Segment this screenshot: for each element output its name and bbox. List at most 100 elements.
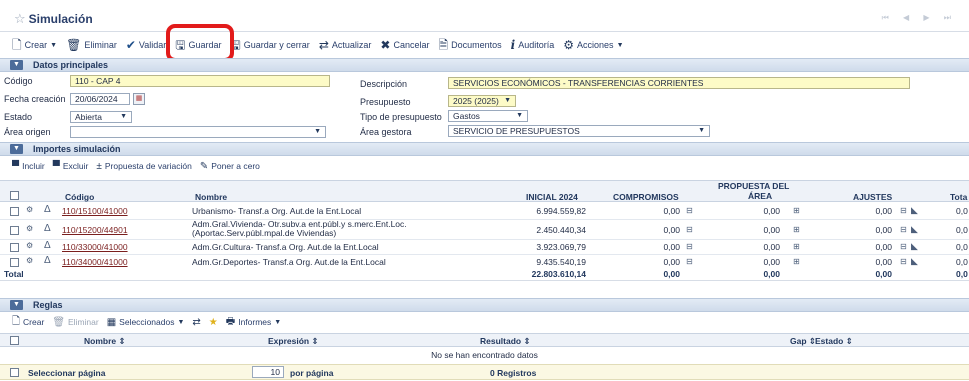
informes-button[interactable]: 🖶 Informes ▼ xyxy=(226,314,281,331)
actualizar-button[interactable]: ⇄ Actualizar xyxy=(319,39,372,51)
delta-icon[interactable]: Δ xyxy=(44,204,51,215)
reglas-crear-button[interactable]: 🗋 Crear xyxy=(12,314,44,331)
new-document-icon: 🗋 xyxy=(12,38,22,52)
detail-icon[interactable]: ⊟ xyxy=(900,242,907,251)
detail-icon[interactable]: ⊟ xyxy=(900,225,907,234)
validar-button[interactable]: ✔ Validar xyxy=(126,39,166,51)
col-resultado[interactable]: Resultado ⇕ xyxy=(480,336,531,347)
detail-icon[interactable]: ⊟ xyxy=(686,206,693,215)
check-icon: ✔ xyxy=(125,38,136,52)
col-compromisos[interactable]: COMPROMISOS xyxy=(613,192,679,202)
incluir-button[interactable]: ▀ Incluir xyxy=(12,161,45,172)
reglas-eliminar-button[interactable]: 🗑 Eliminar xyxy=(52,317,98,328)
cancelar-button[interactable]: ✖ Cancelar xyxy=(380,39,429,51)
detail-icon[interactable]: ⊞ xyxy=(793,206,800,215)
col-propuesta-2[interactable]: ÁREA xyxy=(748,191,772,201)
row-checkbox[interactable] xyxy=(10,207,19,216)
reglas-header[interactable]: ▼ Reglas xyxy=(0,298,969,312)
edit-adjust-icon[interactable]: ◣ xyxy=(911,256,918,267)
poner-cero-button[interactable]: ✎ Poner a cero xyxy=(200,161,260,172)
row-compromisos: 0,00 xyxy=(663,225,680,235)
fecha-field[interactable]: 20/06/2024 xyxy=(70,93,130,105)
row-checkbox[interactable] xyxy=(10,258,19,267)
delta-icon[interactable]: Δ xyxy=(44,223,51,234)
col-reglas-nombre[interactable]: Nombre ⇕ xyxy=(84,336,126,347)
acciones-button[interactable]: ⚙ Acciones ▼ xyxy=(563,39,623,51)
col-nombre[interactable]: Nombre xyxy=(195,192,227,202)
auditoria-button[interactable]: i Auditoría xyxy=(511,39,555,51)
detail-icon[interactable]: ⊞ xyxy=(793,257,800,266)
record-navigation[interactable]: ⏮ ◀ ▶ ⏭ xyxy=(882,13,957,23)
calendar-icon[interactable]: ▦ xyxy=(133,93,145,105)
select-page-checkbox[interactable] xyxy=(10,368,19,377)
detail-icon[interactable]: ⊞ xyxy=(793,225,800,234)
col-gap[interactable]: Gap ⇕ xyxy=(790,336,816,347)
detail-icon[interactable]: ⊟ xyxy=(686,242,693,251)
detail-icon[interactable]: ⊞ xyxy=(793,242,800,251)
delta-icon[interactable]: Δ xyxy=(44,240,51,251)
eraser-icon: ✎ xyxy=(199,160,209,172)
codigo-field[interactable]: 110 - CAP 4 xyxy=(70,75,330,87)
documentos-button[interactable]: 🗎 Documentos xyxy=(438,39,501,51)
row-codigo-link[interactable]: 110/33000/41000 xyxy=(62,243,128,252)
row-total: 0,0 xyxy=(956,225,968,235)
detail-icon[interactable]: ⊟ xyxy=(686,225,693,234)
edit-adjust-icon[interactable]: ◣ xyxy=(911,205,918,216)
col-codigo[interactable]: Código xyxy=(65,192,94,202)
edit-adjust-icon[interactable]: ◣ xyxy=(911,224,918,235)
gear-icon[interactable]: ⚙ xyxy=(26,224,33,233)
col-ajustes[interactable]: AJUSTES xyxy=(853,192,892,202)
propuesta-variacion-button[interactable]: ± Propuesta de variación xyxy=(96,161,191,172)
printer-icon: 🖶 xyxy=(225,315,236,327)
area-gestora-select[interactable]: SERVICIO DE PRESUPUESTOS ▼ xyxy=(448,125,710,137)
descripcion-field[interactable]: SERVICIOS ECONÓMICOS - TRANSFERENCIAS CO… xyxy=(448,77,910,89)
reglas-select-all-checkbox[interactable] xyxy=(10,336,19,345)
main-toolbar: 🗋 Crear ▼ 🗑 Eliminar ✔ Validar 🖫 Guardar 🖫 Gua… xyxy=(0,34,969,56)
per-page-input[interactable]: 10 xyxy=(252,366,284,378)
gear-icon[interactable]: ⚙ xyxy=(26,205,33,214)
edit-adjust-icon[interactable]: ◣ xyxy=(911,241,918,252)
col-total[interactable]: Tota xyxy=(950,192,967,202)
delta-icon[interactable]: Δ xyxy=(44,255,51,266)
seleccionados-button[interactable]: ▦ Seleccionados ▼ xyxy=(107,317,185,328)
row-checkbox[interactable] xyxy=(10,243,19,252)
detail-icon[interactable]: ⊟ xyxy=(686,257,693,266)
reglas-refresh-button[interactable]: ⇄ xyxy=(192,317,200,328)
favorite-star-icon[interactable]: ☆ xyxy=(14,11,26,27)
col-expresion[interactable]: Expresión ⇕ xyxy=(268,336,319,347)
detail-icon[interactable]: ⊟ xyxy=(900,206,907,215)
crear-button[interactable]: 🗋 Crear ▼ xyxy=(12,39,57,51)
area-origen-label: Área origen xyxy=(4,127,51,137)
row-codigo-link[interactable]: 110/15200/44901 xyxy=(62,226,128,235)
estado-select[interactable]: Abierta ▼ xyxy=(70,111,132,123)
title-divider xyxy=(0,31,969,32)
guardar-button[interactable]: 🖫 Guardar xyxy=(175,39,221,51)
col-inicial[interactable]: INICIAL 2024 xyxy=(526,192,578,202)
collapse-toggle-icon[interactable]: ▼ xyxy=(10,144,23,154)
tipo-presupuesto-select[interactable]: Gastos ▼ xyxy=(448,110,528,122)
detail-icon[interactable]: ⊟ xyxy=(900,257,907,266)
reglas-favorite-button[interactable]: ★ xyxy=(209,317,218,328)
presupuesto-select[interactable]: 2025 (2025) ▼ xyxy=(448,95,516,107)
row-codigo-link[interactable]: 110/34000/41000 xyxy=(62,258,128,267)
row-inicial: 3.923.069,79 xyxy=(536,242,586,252)
select-all-checkbox[interactable] xyxy=(10,191,19,200)
importes-simulacion-header[interactable]: ▼ Importes simulación xyxy=(0,142,969,156)
gear-icon[interactable]: ⚙ xyxy=(26,256,33,265)
collapse-toggle-icon[interactable]: ▼ xyxy=(10,300,23,310)
eliminar-button[interactable]: 🗑 Eliminar xyxy=(66,39,117,51)
col-propuesta-1[interactable]: PROPUESTA DEL xyxy=(718,181,789,191)
presupuesto-label: Presupuesto xyxy=(360,97,411,107)
area-origen-select[interactable]: ▼ xyxy=(70,126,326,138)
row-propuesta: 0,00 xyxy=(763,242,780,252)
datos-principales-header[interactable]: ▼ Datos principales xyxy=(0,58,969,72)
row-codigo-link[interactable]: 110/15100/41000 xyxy=(62,207,128,216)
collapse-toggle-icon[interactable]: ▼ xyxy=(10,60,23,70)
col-estado[interactable]: Estado ⇕ xyxy=(815,336,853,347)
excluir-button[interactable]: ▀ Excluir xyxy=(53,161,89,172)
total-propuesta: 0,00 xyxy=(763,269,780,279)
gear-icon[interactable]: ⚙ xyxy=(26,241,33,250)
save-icon: 🖫 xyxy=(175,38,186,52)
guardar-cerrar-button[interactable]: 🖫 Guardar y cerrar xyxy=(231,39,310,51)
row-checkbox[interactable] xyxy=(10,226,19,235)
